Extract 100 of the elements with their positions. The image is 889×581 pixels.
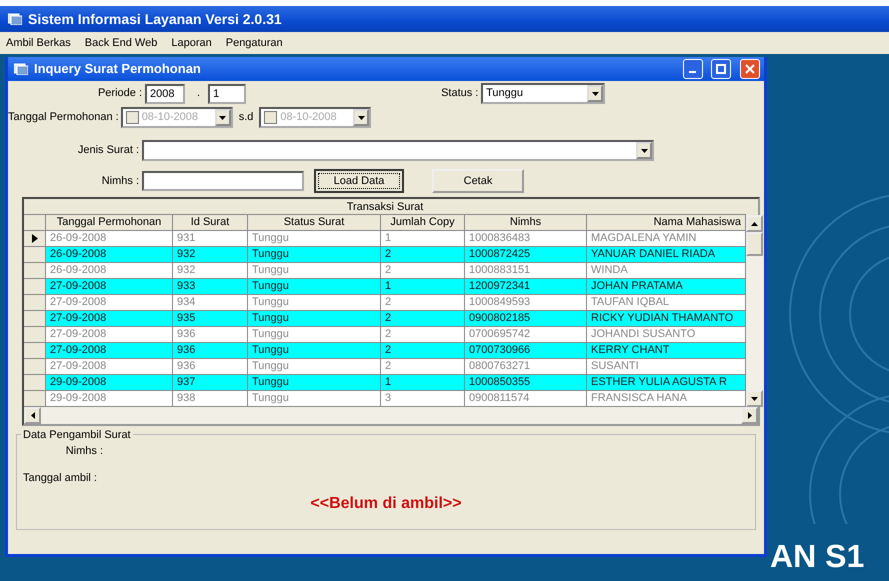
table-cell: 0700695742: [465, 327, 587, 343]
field-label: Tanggal ambil :: [23, 470, 97, 486]
menu-item[interactable]: Back End Web: [84, 34, 158, 52]
scroll-up-button[interactable]: [746, 215, 763, 232]
column-header[interactable]: Jumlah Copy: [381, 215, 465, 231]
table-cell: Tunggu: [248, 343, 381, 359]
horizontal-scrollbar[interactable]: [24, 407, 758, 424]
table-cell: 1000849593: [465, 295, 587, 311]
scroll-right-button[interactable]: [741, 407, 758, 424]
table-cell: KERRY CHANT: [587, 343, 746, 359]
table-cell: 2: [381, 263, 465, 279]
field-label: Periode :: [96, 86, 143, 102]
banner-text: AN S1: [770, 537, 864, 576]
table-cell: 0900802185: [465, 311, 587, 327]
table-cell: 0900811574: [465, 391, 587, 407]
left-arrow-icon: [30, 412, 34, 419]
term-field[interactable]: 1: [208, 84, 246, 104]
column-header[interactable]: Nimhs: [465, 215, 587, 231]
status-message: <<Belum di ambil>>: [310, 494, 462, 514]
table-cell: Tunggu: [248, 359, 381, 375]
table-cell: 936: [173, 343, 248, 359]
date-value: 08-10-2008: [142, 110, 199, 126]
table-cell: 934: [173, 295, 248, 311]
table-cell: 2: [381, 311, 465, 327]
range-text: s.d: [238, 110, 254, 126]
column-header[interactable]: Status Surat: [248, 215, 381, 231]
table-cell: Tunggu: [248, 391, 381, 407]
table-cell: 1000872425: [465, 247, 587, 263]
table-cell: 26-09-2008: [46, 247, 173, 263]
table-cell: 27-09-2008: [46, 359, 173, 375]
table-cell: 29-09-2008: [46, 375, 173, 391]
minimize-button[interactable]: [682, 59, 702, 79]
child-window-title: Inquery Surat Permohonan: [34, 60, 202, 78]
table-cell: 2: [381, 343, 465, 359]
table-cell: Tunggu: [248, 295, 381, 311]
table-cell: RICKY YUDIAN THAMANTO: [587, 311, 746, 327]
year-field[interactable]: 2008: [145, 84, 185, 104]
menu-item[interactable]: Laporan: [171, 34, 212, 52]
table-cell: 932: [173, 247, 248, 263]
column-header[interactable]: Nama Mahasiswa: [587, 215, 746, 231]
table-cell: Tunggu: [248, 231, 381, 247]
scroll-left-button[interactable]: [24, 407, 41, 424]
vertical-scrollbar[interactable]: [746, 215, 763, 407]
table-cell: Tunggu: [248, 263, 381, 279]
status-dropdown[interactable]: Tunggu: [481, 83, 606, 104]
table-cell: 2: [381, 327, 465, 343]
form-icon: [14, 63, 28, 75]
table-cell: 935: [173, 311, 248, 327]
table-cell: 1: [381, 375, 465, 391]
table-cell: MAGDALENA YAMIN: [587, 231, 746, 247]
table-cell: Tunggu: [248, 375, 381, 391]
table-cell: 933: [173, 279, 248, 295]
maximize-button[interactable]: [711, 59, 732, 79]
table-cell: Tunggu: [248, 279, 381, 295]
scroll-down-button[interactable]: [746, 390, 763, 407]
table-cell: 1: [381, 279, 465, 295]
field-label: Status :: [441, 86, 480, 102]
table-cell: Tunggu: [248, 311, 381, 327]
table-cell: 937: [173, 375, 248, 391]
table-cell: JOHANDI SUSANTO: [587, 327, 746, 343]
field-label: Nimhs :: [64, 444, 103, 459]
nimhs-field[interactable]: [142, 171, 304, 191]
table-cell: 1000850355: [465, 375, 587, 391]
table-cell: 1200972341: [465, 279, 587, 295]
close-icon: [745, 64, 755, 74]
close-button[interactable]: [740, 59, 760, 79]
table-cell: 27-09-2008: [46, 311, 173, 327]
app-icon: [8, 13, 22, 25]
menu-item[interactable]: Pengaturan: [226, 34, 283, 52]
table-cell: 27-09-2008: [46, 343, 173, 359]
action-button[interactable]: Load Data: [314, 169, 404, 193]
dropdown-value: Tunggu: [485, 86, 524, 102]
table-cell: 1000883151: [465, 263, 587, 279]
table-cell: YANUAR DANIEL RIADA: [587, 247, 746, 263]
table-cell: Tunggu: [248, 327, 381, 343]
table-cell: TAUFAN IQBAL: [587, 295, 746, 311]
table-cell: 0800763271: [465, 359, 587, 375]
window-title: Sistem Informasi Layanan Versi 2.0.31: [28, 10, 282, 29]
table-cell: FRANSISCA HANA: [587, 391, 746, 407]
action-button[interactable]: Cetak: [432, 169, 524, 193]
table-cell: 932: [173, 263, 248, 279]
field-label: Tanggal Permohonan :: [8, 110, 120, 126]
table-cell: 0700730966: [465, 343, 587, 359]
column-header[interactable]: Id Surat: [173, 215, 248, 231]
table-cell: SUSANTI: [587, 359, 746, 375]
row-selector[interactable]: [24, 231, 46, 247]
up-arrow-icon: [751, 222, 758, 226]
group-title: Data Pengambil Surat: [21, 427, 133, 444]
table-cell: 26-09-2008: [46, 263, 173, 279]
table-cell: 27-09-2008: [46, 295, 173, 311]
right-arrow-icon: [748, 412, 752, 419]
table-cell: 29-09-2008: [46, 391, 173, 407]
table-cell: 936: [173, 327, 248, 343]
column-header[interactable]: Tanggal Permohonan: [46, 215, 173, 231]
field-label: Jenis Surat :: [76, 143, 140, 158]
table-cell: 27-09-2008: [46, 327, 173, 343]
table-cell: JOHAN PRATAMA: [587, 279, 746, 295]
scroll-thumb[interactable]: [746, 232, 763, 256]
jenis-surat-dropdown[interactable]: [142, 140, 654, 161]
menu-item[interactable]: Ambil Berkas: [6, 34, 71, 52]
